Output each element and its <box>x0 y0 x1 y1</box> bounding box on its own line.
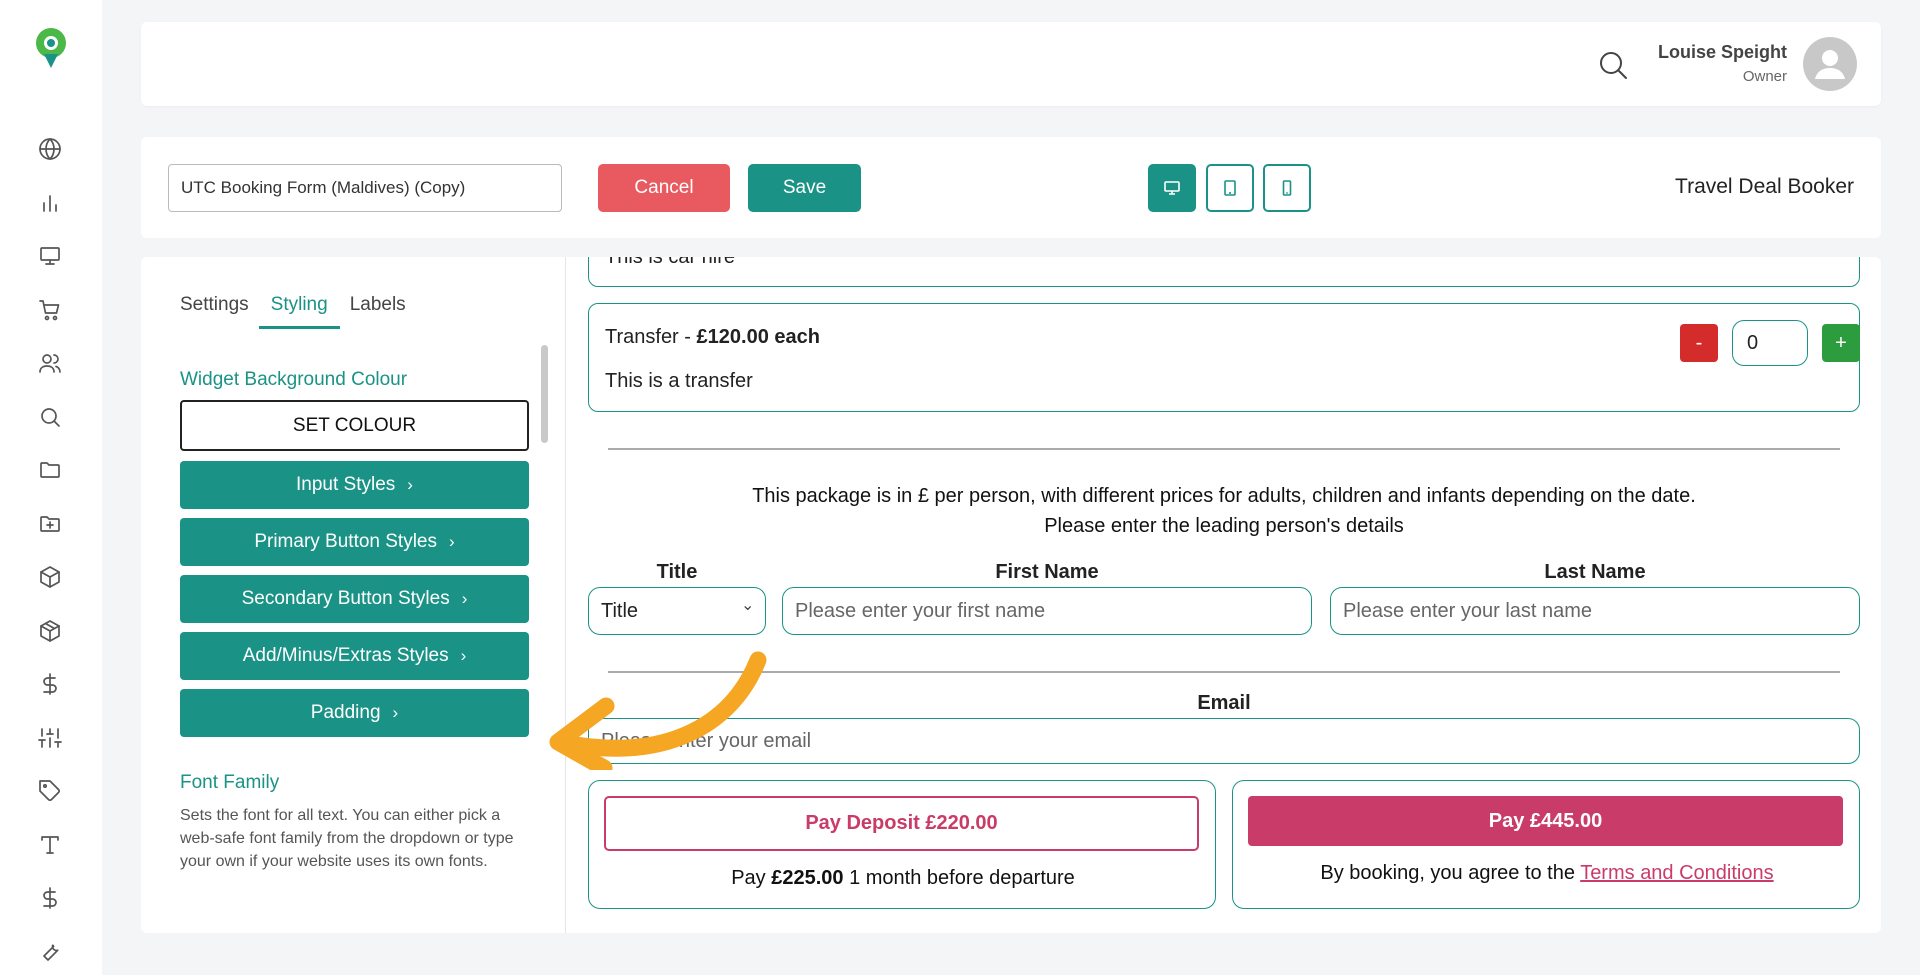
pay-full-button[interactable]: Pay £445.00 <box>1248 796 1843 846</box>
form-toolbar: Cancel Save Travel Deal Booker <box>141 137 1881 238</box>
secondary-button-styles-button[interactable]: Secondary Button Styles › <box>180 575 529 623</box>
chevron-right-icon: › <box>449 532 455 551</box>
transfer-title: Transfer <box>605 326 679 348</box>
input-styles-button[interactable]: Input Styles › <box>180 461 529 509</box>
bar-chart-icon[interactable] <box>36 189 64 217</box>
top-header: Louise Speight Owner <box>141 22 1881 106</box>
deposit-note-suffix: 1 month before departure <box>849 867 1075 889</box>
input-styles-label: Input Styles <box>296 474 396 495</box>
user-role: Owner <box>1742 68 1787 85</box>
bg-colour-title: Widget Background Colour <box>180 369 408 390</box>
terms-prefix: By booking, you agree to the <box>1320 862 1575 884</box>
font-family-title: Font Family <box>180 772 280 793</box>
icon-sidebar <box>0 0 102 975</box>
folder-add-icon[interactable] <box>36 510 64 538</box>
package-icon[interactable] <box>36 617 64 645</box>
primary-button-styles-button[interactable]: Primary Button Styles › <box>180 518 529 566</box>
car-hire-description: This is car hire <box>605 257 736 268</box>
tag-icon[interactable] <box>36 777 64 805</box>
cancel-button[interactable]: Cancel <box>598 164 730 212</box>
quantity-input[interactable] <box>1732 320 1808 366</box>
car-hire-card: This is car hire <box>588 257 1860 287</box>
transfer-description: This is a transfer <box>605 370 753 392</box>
chevron-right-icon: › <box>461 589 468 608</box>
user-avatar-icon <box>1815 50 1845 79</box>
panel-tabs: Settings Styling Labels <box>180 294 428 329</box>
deposit-box: Pay Deposit £220.00 Pay £225.00 1 month … <box>588 780 1216 909</box>
tab-styling[interactable]: Styling <box>258 294 340 329</box>
mobile-view-button[interactable] <box>1263 164 1311 212</box>
set-colour-button[interactable]: SET COLOUR <box>180 400 529 451</box>
last-name-label: Last Name <box>1544 561 1646 583</box>
title-select[interactable]: Title <box>588 587 766 635</box>
primary-button-styles-label: Primary Button Styles <box>254 531 437 552</box>
pay-deposit-button[interactable]: Pay Deposit £220.00 <box>604 796 1199 851</box>
currency-icon[interactable] <box>36 884 64 912</box>
cart-icon[interactable] <box>36 296 64 324</box>
divider <box>608 671 1840 673</box>
tab-settings[interactable]: Settings <box>180 294 249 329</box>
styling-panel: Settings Styling Labels Widget Backgroun… <box>141 257 566 933</box>
monitor-icon[interactable] <box>36 242 64 270</box>
deposit-note-amount: £225.00 <box>771 867 844 889</box>
padding-label: Padding <box>310 702 381 723</box>
add-minus-extras-styles-button[interactable]: Add/Minus/Extras Styles › <box>180 632 529 680</box>
form-name-input[interactable] <box>168 164 562 212</box>
form-preview: This is car hire Transfer - £120.00 each… <box>566 257 1881 933</box>
user-name: Louise Speight <box>1657 42 1787 62</box>
chevron-right-icon: › <box>392 703 399 722</box>
quantity-minus-button[interactable]: - <box>1680 324 1718 362</box>
avatar[interactable] <box>1803 37 1857 91</box>
globe-icon[interactable] <box>36 135 64 163</box>
typography-icon[interactable] <box>36 831 64 859</box>
transfer-card: Transfer - £120.00 each This is a transf… <box>588 303 1860 412</box>
app-title: Travel Deal Booker <box>1675 175 1854 198</box>
package-notice: This package is in £ per person, with di… <box>752 485 1696 507</box>
chevron-right-icon: › <box>460 646 467 665</box>
tablet-icon <box>1224 180 1236 196</box>
lead-person-notice: Please enter the leading person's detail… <box>1044 515 1404 537</box>
panel-scrollbar[interactable] <box>541 345 548 443</box>
box-icon[interactable] <box>36 563 64 591</box>
add-minus-extras-styles-label: Add/Minus/Extras Styles <box>242 645 449 666</box>
app-logo-icon[interactable] <box>32 26 70 70</box>
tab-labels[interactable]: Labels <box>350 294 406 329</box>
font-family-description: Sets the font for all text. You can eith… <box>180 807 514 870</box>
divider <box>608 448 1840 450</box>
search-nav-icon[interactable] <box>36 403 64 431</box>
terms-note: By booking, you agree to the Terms and C… <box>1233 862 1861 885</box>
dollar-icon[interactable] <box>36 670 64 698</box>
desktop-icon <box>1164 181 1180 195</box>
full-payment-box: Pay £445.00 By booking, you agree to the… <box>1232 780 1860 909</box>
wrench-icon[interactable] <box>36 937 64 965</box>
tablet-view-button[interactable] <box>1206 164 1254 212</box>
transfer-price: £120.00 each <box>696 326 820 348</box>
quantity-plus-button[interactable]: + <box>1822 324 1860 362</box>
first-name-input[interactable] <box>782 587 1312 635</box>
deposit-note: Pay £225.00 1 month before departure <box>589 867 1217 890</box>
chevron-right-icon: › <box>407 475 413 494</box>
email-input[interactable] <box>588 718 1860 764</box>
search-icon[interactable] <box>1598 50 1628 80</box>
save-button[interactable]: Save <box>748 164 861 212</box>
folder-icon[interactable] <box>36 456 64 484</box>
email-label: Email <box>1197 692 1251 714</box>
title-label: Title <box>656 561 698 583</box>
sliders-icon[interactable] <box>36 724 64 752</box>
users-icon[interactable] <box>36 349 64 377</box>
desktop-view-button[interactable] <box>1148 164 1196 212</box>
transfer-name: Transfer - £120.00 each <box>605 326 820 348</box>
padding-button[interactable]: Padding › <box>180 689 529 737</box>
deposit-note-prefix: Pay <box>731 867 766 889</box>
last-name-input[interactable] <box>1330 587 1860 635</box>
terms-link[interactable]: Terms and Conditions <box>1580 862 1773 884</box>
mobile-icon <box>1282 180 1292 196</box>
first-name-label: First Name <box>995 561 1099 583</box>
secondary-button-styles-label: Secondary Button Styles <box>241 588 450 609</box>
